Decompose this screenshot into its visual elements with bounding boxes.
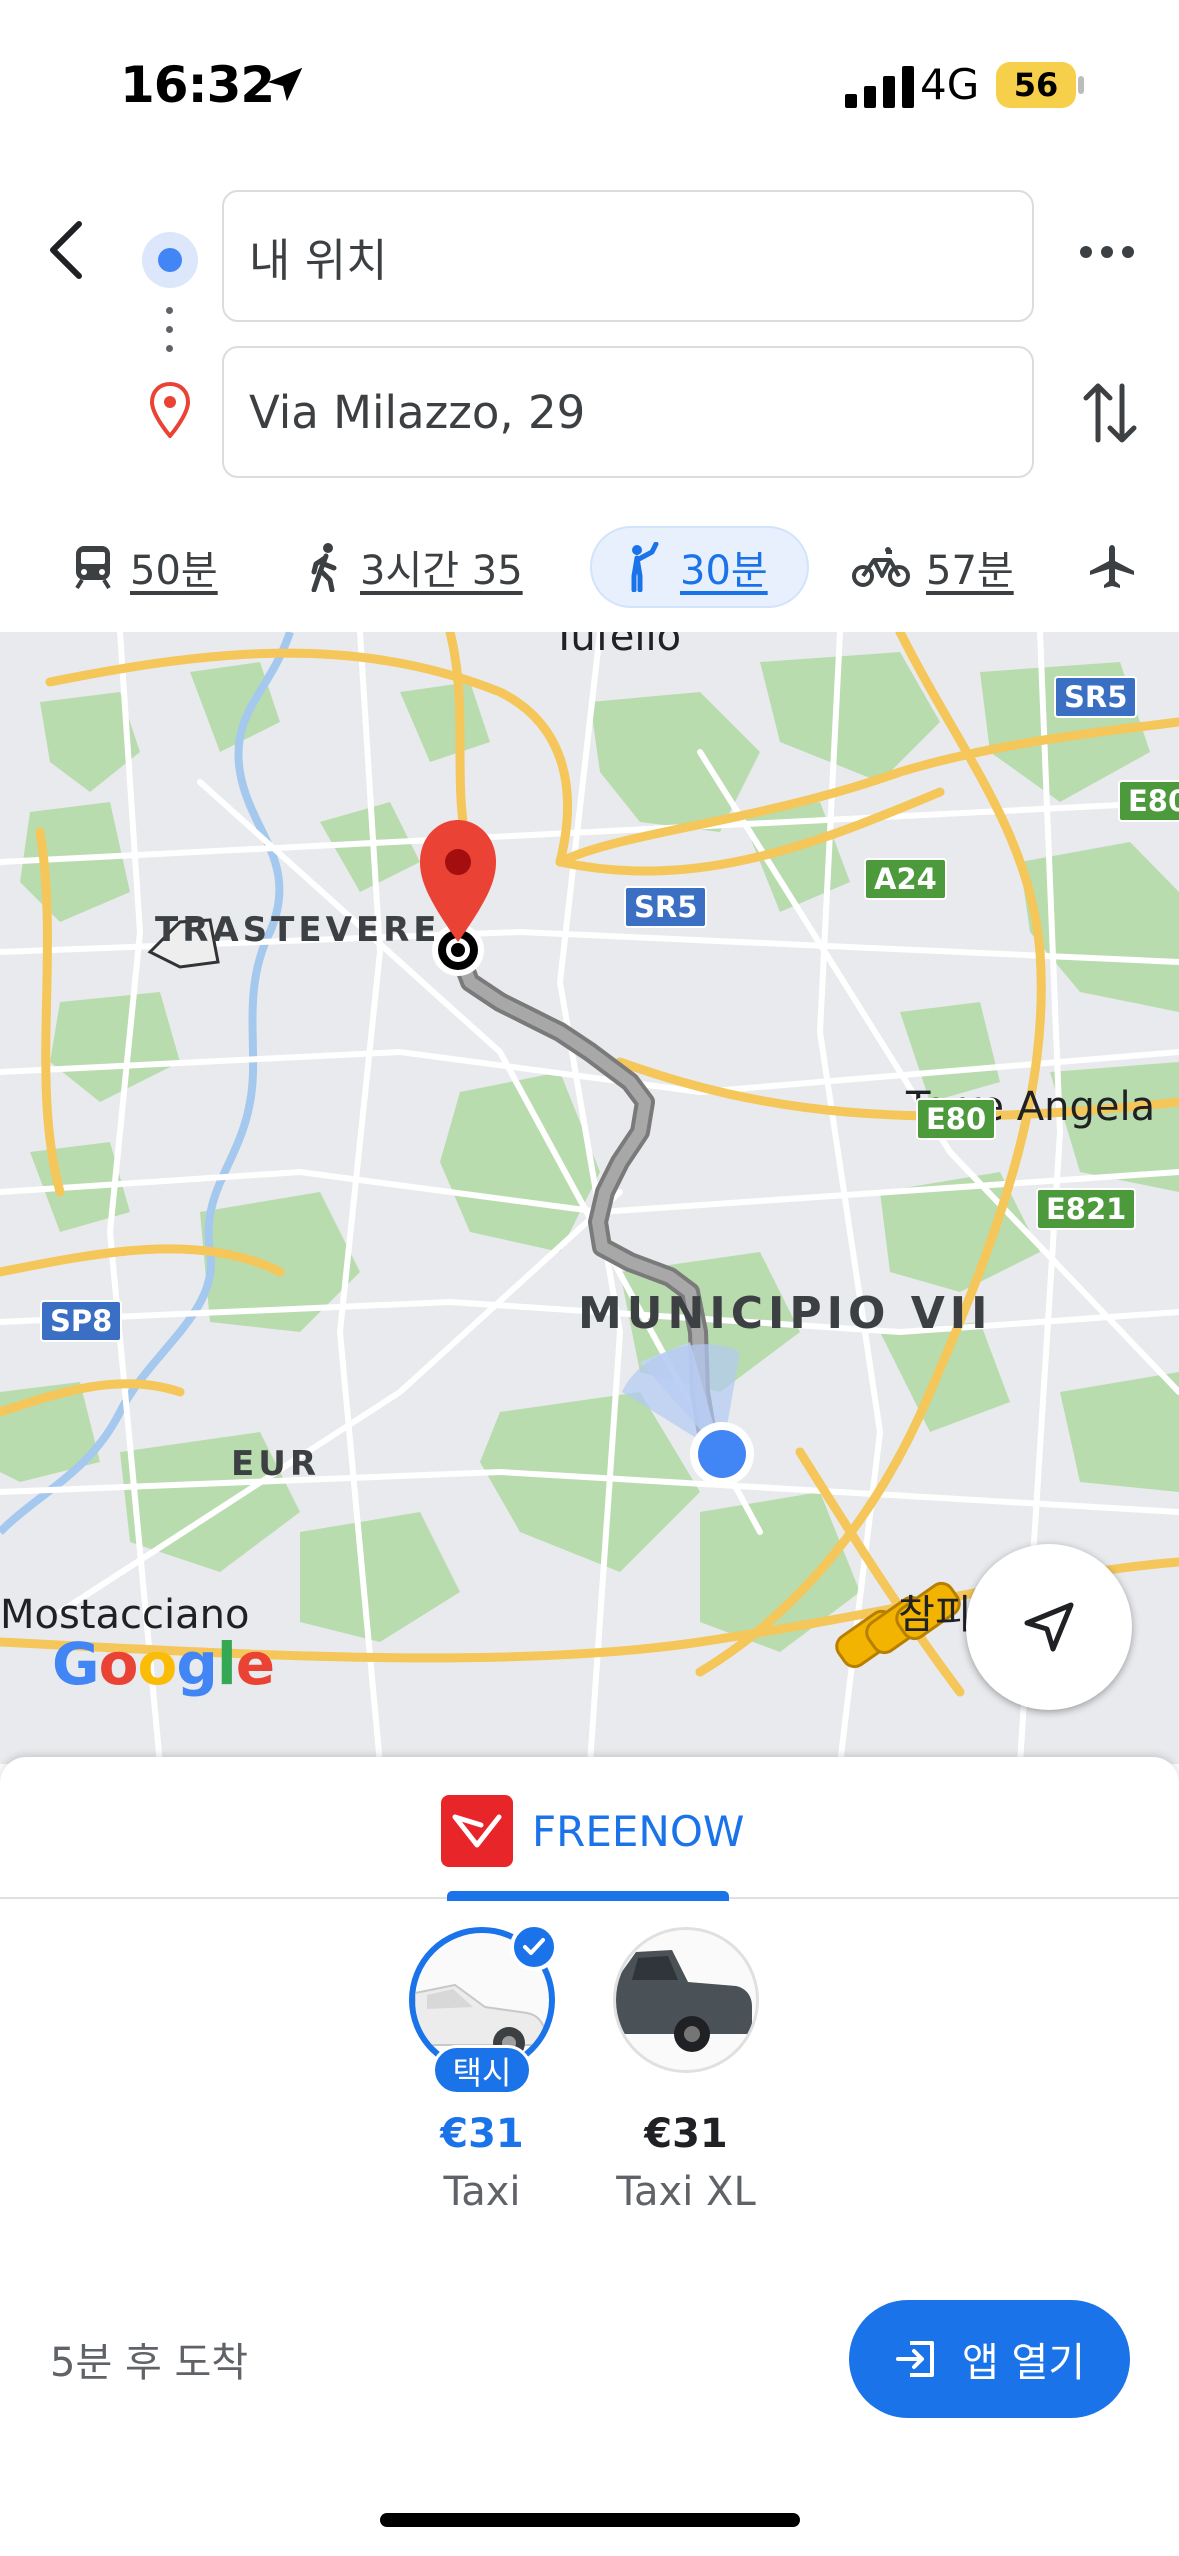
bicycle-icon — [852, 547, 910, 587]
battery-level: 56 — [1013, 66, 1059, 104]
travel-mode-tabs: 50분 3시간 35 30분 57분 — [0, 520, 1179, 614]
provider-tab[interactable]: FREENOW — [0, 1757, 1179, 1901]
tab-ride-hail[interactable]: 30분 — [590, 526, 809, 608]
taxi-xl-car-image — [613, 1927, 759, 2073]
swap-button[interactable] — [1080, 378, 1140, 448]
destination-text: Via Milazzo, 29 — [249, 385, 586, 439]
status-bar: 16:32 4G 56 — [0, 0, 1179, 175]
ride-options-sheet: FREENOW 택시 €31 Taxi €31 Taxi XL 5분 후 도착 … — [0, 1757, 1179, 2556]
provider-name: FREENOW — [532, 1807, 745, 1856]
back-button[interactable] — [30, 205, 100, 295]
battery-cap — [1078, 76, 1084, 94]
open-in-app-icon — [895, 2341, 934, 2377]
road-shield-sr5-top: SR5 — [1054, 676, 1138, 718]
tab-ride-hail-label: 30분 — [680, 548, 768, 594]
taxi-xl-price: €31 — [644, 2111, 728, 2157]
road-shield-e80: E80 — [916, 1098, 997, 1140]
selected-check-icon — [510, 1923, 558, 1971]
tab-flight[interactable] — [1088, 526, 1152, 608]
battery-icon: 56 — [996, 62, 1076, 108]
google-logo: Google — [52, 1630, 275, 1698]
train-icon — [75, 546, 111, 590]
taxi-price: €31 — [440, 2111, 524, 2157]
route-connector-dots — [165, 307, 175, 359]
tab-transit-label: 50분 — [130, 548, 218, 594]
taxi-xl-name: Taxi XL — [616, 2169, 756, 2215]
road-shield-e80-top: E80 — [1118, 780, 1179, 822]
tab-transit[interactable]: 50분 — [72, 526, 218, 608]
ride-option-taxi-xl[interactable]: €31 Taxi XL — [586, 1927, 786, 2227]
swap-vertical-icon — [1083, 383, 1137, 443]
open-app-label: 앱 열기 — [961, 2340, 1086, 2386]
open-app-button[interactable]: 앱 열기 — [849, 2300, 1130, 2418]
origin-dot-icon — [142, 232, 198, 288]
recenter-button[interactable] — [966, 1544, 1132, 1710]
walk-icon — [311, 543, 337, 592]
network-type: 4G — [920, 60, 980, 109]
chevron-left-icon — [50, 221, 82, 279]
tab-walk-label: 3시간 35 — [360, 548, 523, 594]
location-arrow-icon — [267, 67, 303, 102]
map-label-trastevere: TRASTEVERE — [155, 910, 441, 950]
freenow-logo-icon — [441, 1795, 513, 1867]
taxi-badge: 택시 — [432, 2045, 532, 2095]
pickup-eta: 5분 후 도착 — [50, 2340, 249, 2386]
status-time: 16:32 — [120, 56, 275, 114]
map-label-tufello: Tufello — [552, 632, 682, 660]
origin-field[interactable]: 내 위치 — [222, 190, 1034, 322]
map-label-campino: 참피 — [898, 1592, 972, 1638]
tab-walk[interactable]: 3시간 35 — [308, 526, 523, 608]
taxi-name: Taxi — [443, 2169, 521, 2215]
navigation-arrow-icon — [1024, 1602, 1074, 1652]
tab-bicycle[interactable]: 57분 — [852, 526, 1014, 608]
map-label-eur: EUR — [231, 1444, 321, 1484]
road-shield-sp8: SP8 — [40, 1300, 123, 1342]
more-options-button[interactable] — [1075, 220, 1139, 284]
road-shield-a24: A24 — [864, 858, 947, 900]
destination-field[interactable]: Via Milazzo, 29 — [222, 346, 1034, 478]
provider-tab-indicator — [447, 1891, 729, 1901]
origin-text: 내 위치 — [249, 233, 388, 287]
destination-pin-icon — [150, 382, 190, 438]
tab-bicycle-label: 57분 — [926, 548, 1014, 594]
road-shield-e821: E821 — [1036, 1188, 1137, 1230]
map-view[interactable]: Tufello TRASTEVERE MUNICIPIO VII EUR Tor… — [0, 632, 1179, 1764]
more-horiz-icon — [1080, 246, 1134, 258]
ride-hail-icon — [631, 542, 659, 592]
road-shield-sr5: SR5 — [624, 886, 708, 928]
map-label-municipio: MUNICIPIO VII — [578, 1288, 993, 1339]
ride-option-taxi[interactable]: 택시 €31 Taxi — [382, 1923, 582, 2227]
home-indicator[interactable] — [380, 2513, 800, 2527]
flight-icon — [1090, 545, 1134, 588]
cellular-signal-icon — [845, 66, 914, 108]
